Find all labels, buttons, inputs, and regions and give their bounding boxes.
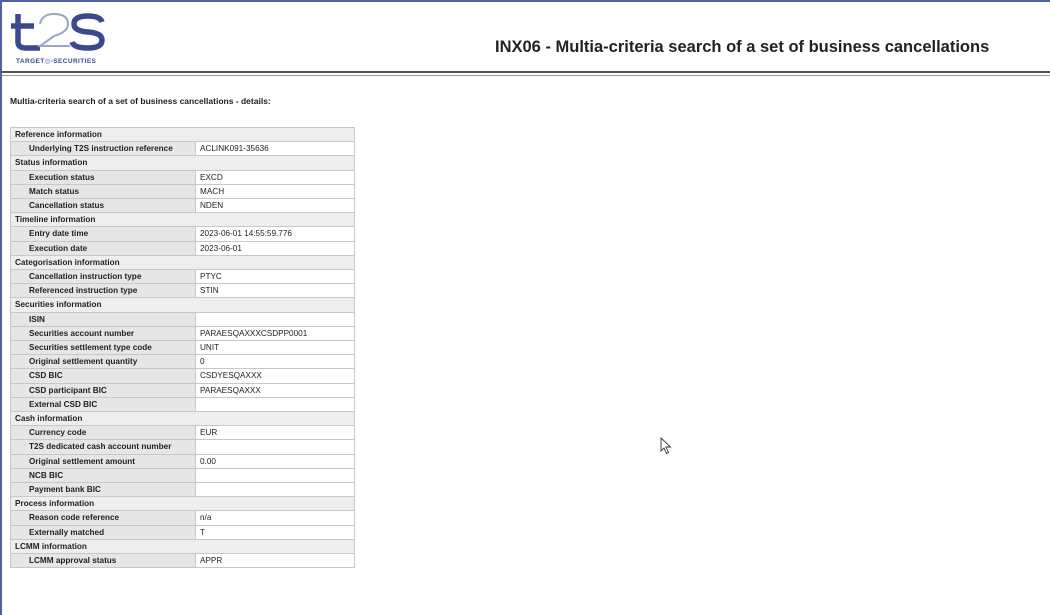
field-value: 0.00 bbox=[195, 453, 355, 469]
section-title: Timeline information bbox=[10, 212, 355, 228]
section-header-row: Status information bbox=[10, 155, 355, 171]
field-value: STIN bbox=[195, 283, 355, 299]
field-label: CSD BIC bbox=[10, 368, 196, 384]
field-value: NDEN bbox=[195, 198, 355, 214]
field-value: 2023-06-01 14:55:59.776 bbox=[195, 226, 355, 242]
mouse-cursor-icon bbox=[660, 437, 672, 455]
field-label: Securities settlement type code bbox=[10, 340, 196, 356]
field-label: Reason code reference bbox=[10, 510, 196, 526]
field-label: Securities account number bbox=[10, 325, 196, 342]
table-row: Original settlement quantity 0 bbox=[10, 354, 355, 370]
table-row: Securities account number PARAESQAXXXCSDP… bbox=[10, 325, 355, 342]
table-row: External CSD BIC bbox=[10, 396, 355, 413]
field-value bbox=[195, 396, 355, 413]
section-title: LCMM information bbox=[10, 538, 355, 555]
page-header: TARGET◎-SECURITIES INX06 - Multia-criter… bbox=[2, 2, 1050, 70]
table-row: Externally matched T bbox=[10, 524, 355, 540]
field-value: EUR bbox=[195, 425, 355, 441]
field-value: ACLINK091-35636 bbox=[195, 141, 355, 157]
section-header-row: Process information bbox=[10, 496, 355, 512]
section-header-row: Timeline information bbox=[10, 212, 355, 228]
section-header-row: Reference information bbox=[10, 126, 355, 143]
logo-subtext: TARGET◎-SECURITIES bbox=[16, 58, 97, 65]
field-value bbox=[195, 467, 355, 484]
table-row: Payment bank BIC bbox=[10, 482, 355, 498]
details-table: Reference information Underlying T2S inst… bbox=[10, 126, 355, 569]
field-label: External CSD BIC bbox=[10, 396, 196, 413]
field-label: Execution status bbox=[10, 169, 196, 185]
section-header-row: Categorisation information bbox=[10, 254, 355, 271]
table-row: Securities settlement type code UNIT bbox=[10, 340, 355, 356]
field-label: Externally matched bbox=[10, 524, 196, 540]
field-value: n/a bbox=[195, 510, 355, 526]
section-header-row: Securities information bbox=[10, 297, 355, 313]
table-row: LCMM approval status APPR bbox=[10, 553, 355, 569]
field-label: Original settlement amount bbox=[10, 453, 196, 469]
section-header-row: LCMM information bbox=[10, 538, 355, 555]
field-label: Cancellation instruction type bbox=[10, 269, 196, 285]
field-label: Referenced instruction type bbox=[10, 283, 196, 299]
details-subtitle: Multia-criteria search of a set of busin… bbox=[10, 96, 271, 106]
t2s-logo-icon bbox=[11, 12, 105, 51]
field-label: Original settlement quantity bbox=[10, 354, 196, 370]
section-title: Cash information bbox=[10, 411, 355, 427]
field-label: Entry date time bbox=[10, 226, 196, 242]
table-row: Currency code EUR bbox=[10, 425, 355, 441]
field-value: PARAESQAXXX bbox=[195, 382, 355, 398]
table-row: NCB BIC bbox=[10, 467, 355, 484]
field-value: 0 bbox=[195, 354, 355, 370]
table-row: Execution date 2023-06-01 bbox=[10, 240, 355, 256]
field-value: APPR bbox=[195, 553, 355, 569]
header-divider-thin bbox=[2, 75, 1050, 76]
field-label: LCMM approval status bbox=[10, 553, 196, 569]
field-label: NCB BIC bbox=[10, 467, 196, 484]
table-row: Reason code reference n/a bbox=[10, 510, 355, 526]
table-row: Original settlement amount 0.00 bbox=[10, 453, 355, 469]
field-value: UNIT bbox=[195, 340, 355, 356]
field-value bbox=[195, 439, 355, 455]
section-header-row: Cash information bbox=[10, 411, 355, 427]
table-row: T2S dedicated cash account number bbox=[10, 439, 355, 455]
field-label: ISIN bbox=[10, 311, 196, 327]
page-title: INX06 - Multia-criteria search of a set … bbox=[495, 38, 990, 56]
table-row: Underlying T2S instruction reference ACLI… bbox=[10, 141, 355, 157]
field-label: Cancellation status bbox=[10, 198, 196, 214]
field-value: EXCD bbox=[195, 169, 355, 185]
header-divider bbox=[2, 71, 1050, 73]
field-value: PTYC bbox=[195, 269, 355, 285]
field-label: Execution date bbox=[10, 240, 196, 256]
field-value: MACH bbox=[195, 183, 355, 200]
field-label: Underlying T2S instruction reference bbox=[10, 141, 196, 157]
section-title: Process information bbox=[10, 496, 355, 512]
window-frame-left bbox=[0, 0, 2, 615]
field-label: T2S dedicated cash account number bbox=[10, 439, 196, 455]
field-value bbox=[195, 311, 355, 327]
field-value: 2023-06-01 bbox=[195, 240, 355, 256]
section-title: Categorisation information bbox=[10, 254, 355, 271]
field-value: CSDYESQAXXX bbox=[195, 368, 355, 384]
field-label: Match status bbox=[10, 183, 196, 200]
section-title: Reference information bbox=[10, 126, 355, 143]
table-row: CSD BIC CSDYESQAXXX bbox=[10, 368, 355, 384]
table-row: Match status MACH bbox=[10, 183, 355, 200]
table-row: CSD participant BIC PARAESQAXXX bbox=[10, 382, 355, 398]
table-row: Referenced instruction type STIN bbox=[10, 283, 355, 299]
table-row: ISIN bbox=[10, 311, 355, 327]
section-title: Securities information bbox=[10, 297, 355, 313]
field-label: Payment bank BIC bbox=[10, 482, 196, 498]
t2s-logo: TARGET◎-SECURITIES bbox=[10, 12, 120, 68]
field-value: T bbox=[195, 524, 355, 540]
table-row: Cancellation instruction type PTYC bbox=[10, 269, 355, 285]
field-value bbox=[195, 482, 355, 498]
table-row: Execution status EXCD bbox=[10, 169, 355, 185]
table-row: Entry date time 2023-06-01 14:55:59.776 bbox=[10, 226, 355, 242]
field-label: Currency code bbox=[10, 425, 196, 441]
field-label: CSD participant BIC bbox=[10, 382, 196, 398]
table-row: Cancellation status NDEN bbox=[10, 198, 355, 214]
field-value: PARAESQAXXXCSDPP0001 bbox=[195, 325, 355, 342]
section-title: Status information bbox=[10, 155, 355, 171]
